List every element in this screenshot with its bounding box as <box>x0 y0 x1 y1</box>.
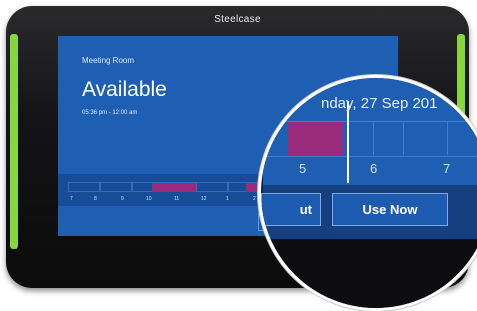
zoom-callout: nday, 27 Sep 201 5 6 7 ut Use Now <box>258 75 477 311</box>
zoomed-bezel <box>263 239 477 308</box>
zoomed-date: nday, 27 Sep 201 <box>321 95 438 112</box>
timeline-hour-label: 8 <box>94 196 97 202</box>
timeline-cell <box>196 182 228 192</box>
zoomed-grid-line <box>373 122 374 155</box>
timeline-hour-label: 12 <box>201 196 207 202</box>
zoomed-booked-slot[interactable] <box>288 122 343 155</box>
timeline-hour-label: 10 <box>146 196 152 202</box>
timeline-hour-label: 9 <box>121 196 124 202</box>
timeline-cell <box>100 182 132 192</box>
use-now-button[interactable]: Use Now <box>332 193 448 226</box>
timeline-hour-label: 2 <box>253 196 256 202</box>
timeline-cell <box>68 182 100 192</box>
booked-slot[interactable] <box>152 183 196 192</box>
zoomed-hour-label: 5 <box>299 161 307 176</box>
brand-logo: Steelcase <box>214 14 261 25</box>
zoomed-hour-label: 7 <box>443 161 451 176</box>
led-strip-left <box>10 34 18 249</box>
room-status: Available <box>82 78 167 101</box>
zoomed-grid-line <box>447 122 448 155</box>
zoomed-grid-line <box>403 122 404 155</box>
current-time-marker <box>347 101 349 183</box>
check-out-button[interactable]: ut <box>261 193 321 226</box>
room-name: Meeting Room <box>82 56 135 65</box>
availability-time-range: 05:36 pm - 12:00 am <box>82 110 138 116</box>
zoomed-hour-label: 6 <box>370 161 378 176</box>
timeline-hour-label: 7 <box>70 196 73 202</box>
timeline-hour-label: 1 <box>226 196 229 202</box>
timeline-hour-label: 11 <box>174 196 180 202</box>
